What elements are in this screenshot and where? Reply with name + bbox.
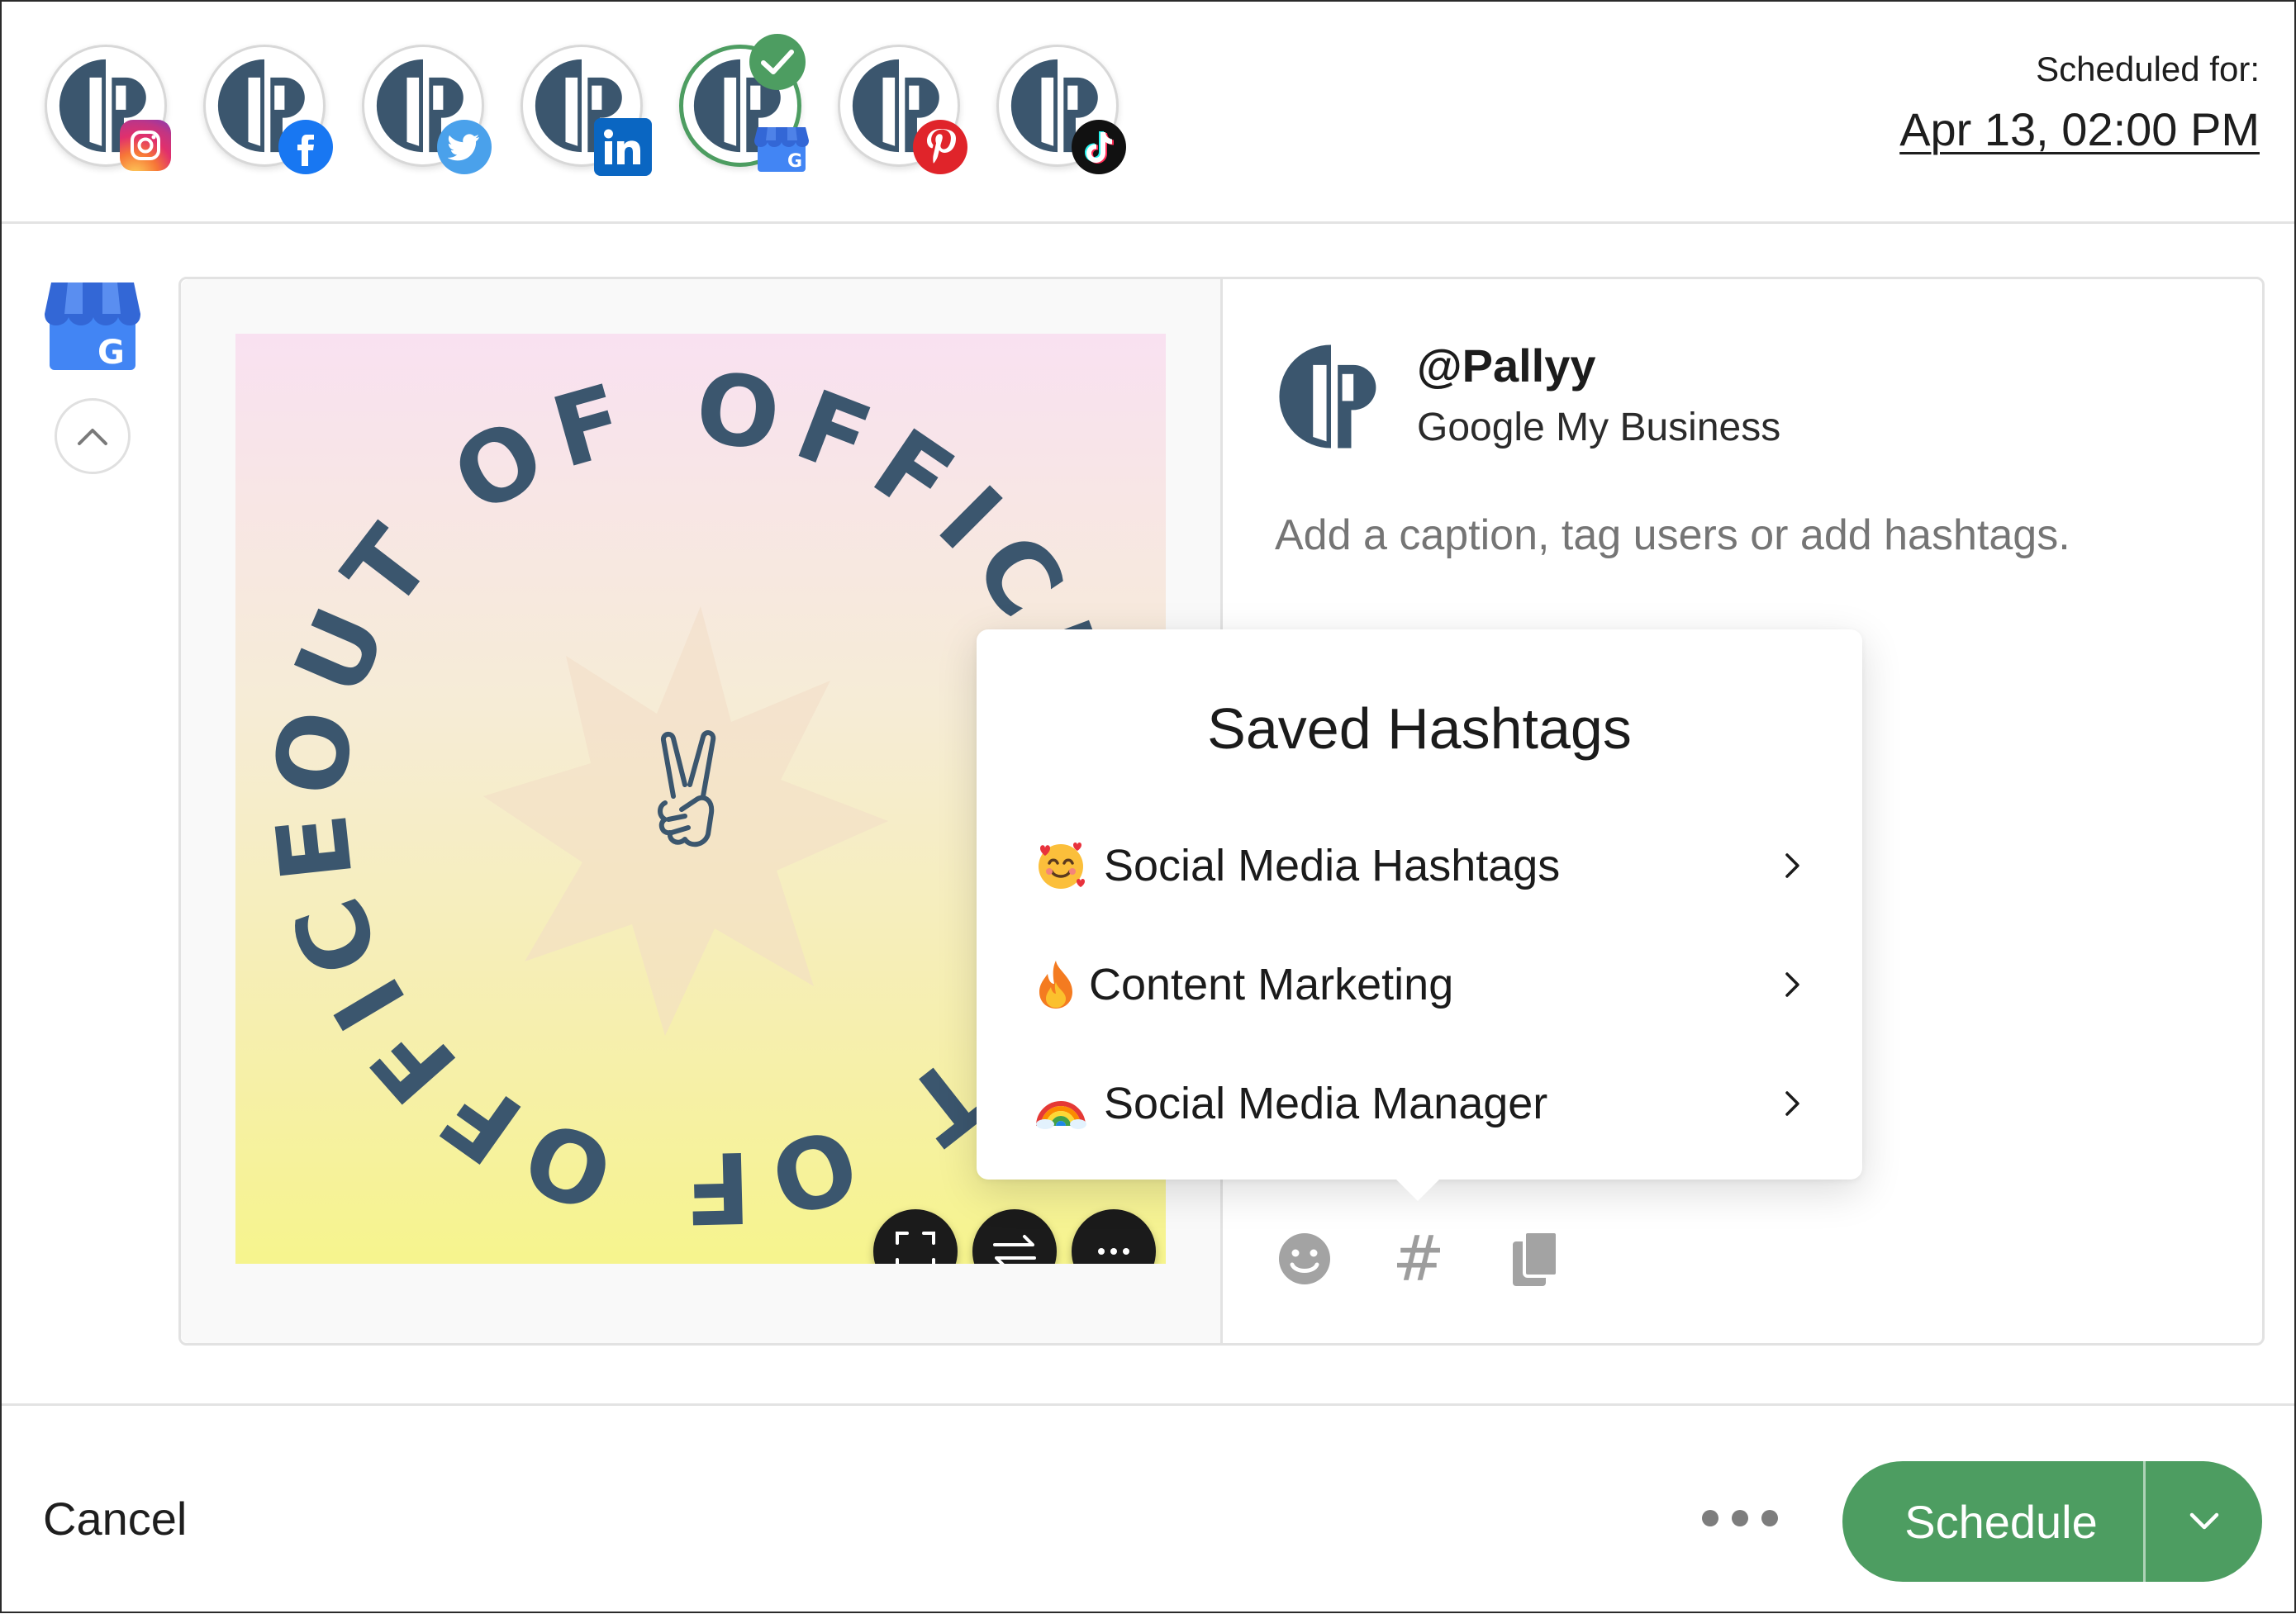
rainbow-icon — [1034, 1077, 1087, 1130]
profile-handle: @Pallyy — [1417, 339, 1596, 392]
account-selector-bar: G Scheduled for: Apr 13, 02:00 PM — [2, 2, 2294, 224]
popover-title: Saved Hashtags — [1207, 696, 1632, 761]
hashtag-group-label: Content Marketing — [1089, 960, 1454, 1009]
scheduled-for-label: Scheduled for: — [2036, 50, 2260, 88]
saved-hashtags-popover: Saved Hashtags Social Media Hashtags Con… — [977, 629, 1862, 1201]
svg-text:G: G — [97, 334, 125, 372]
chevron-right-icon — [1776, 1087, 1809, 1120]
tiktok-icon — [1072, 120, 1126, 174]
account-instagram[interactable] — [45, 45, 171, 171]
swap-icon — [993, 1235, 1036, 1264]
emoji-button[interactable] — [1275, 1229, 1334, 1289]
scheduled-date-link[interactable]: Apr 13, 02:00 PM — [1899, 102, 2260, 156]
hashtag-group-item[interactable]: Social Media Manager — [1034, 1062, 1809, 1145]
emoji-icon — [1279, 1233, 1330, 1284]
expand-icon — [896, 1232, 935, 1264]
chevron-up-icon — [78, 429, 107, 445]
google-my-business-icon: G — [43, 281, 142, 372]
account-google-my-business[interactable]: G — [679, 34, 809, 172]
schedule-split-button: Schedule — [1842, 1461, 2262, 1582]
hashtag-button[interactable]: # — [1389, 1227, 1448, 1290]
instagram-icon — [120, 120, 171, 171]
more-options-button[interactable] — [1702, 1510, 1778, 1526]
pinterest-icon — [913, 120, 967, 174]
svg-text:G: G — [787, 151, 802, 172]
account-twitter[interactable] — [362, 45, 492, 174]
smiling-face-with-hearts-icon — [1034, 839, 1087, 892]
hashtag-group-label: Social Media Hashtags — [1104, 841, 1561, 890]
chevron-right-icon — [1776, 849, 1809, 882]
account-linkedin[interactable] — [521, 45, 652, 176]
footer-bar: Cancel Schedule — [2, 1403, 2294, 1614]
caption-input[interactable] — [1275, 510, 2217, 560]
google-my-business-icon: G — [753, 120, 810, 174]
twitter-icon — [437, 120, 492, 174]
network-name: Google My Business — [1417, 406, 1781, 449]
hashtag-group-item[interactable]: Content Marketing — [1034, 943, 1809, 1026]
copy-icon — [1513, 1230, 1559, 1286]
linkedin-icon — [594, 118, 652, 176]
account-tiktok[interactable] — [996, 45, 1126, 174]
account-facebook[interactable] — [203, 45, 333, 174]
copy-button[interactable] — [1506, 1229, 1566, 1289]
chevron-down-icon — [2189, 1512, 2218, 1530]
schedule-options-button[interactable] — [2146, 1461, 2262, 1582]
chevron-right-icon — [1776, 968, 1809, 1001]
post-composer-window: G Scheduled for: Apr 13, 02:00 PM G OUT … — [0, 0, 2296, 1613]
collapse-button[interactable] — [55, 398, 131, 474]
schedule-button[interactable]: Schedule — [1842, 1461, 2143, 1582]
selected-check-icon — [749, 34, 806, 90]
fire-icon — [1034, 958, 1077, 1011]
account-pinterest[interactable] — [838, 45, 967, 174]
cancel-button[interactable]: Cancel — [43, 1492, 187, 1545]
more-icon — [1098, 1248, 1129, 1255]
hashtag-group-item[interactable]: Social Media Hashtags — [1034, 824, 1809, 907]
dot — [1732, 1510, 1748, 1526]
dot — [1761, 1510, 1778, 1526]
facebook-icon — [278, 120, 333, 174]
profile-avatar — [1275, 340, 1387, 453]
hashtag-group-label: Social Media Manager — [1104, 1079, 1548, 1128]
dot — [1702, 1510, 1718, 1526]
